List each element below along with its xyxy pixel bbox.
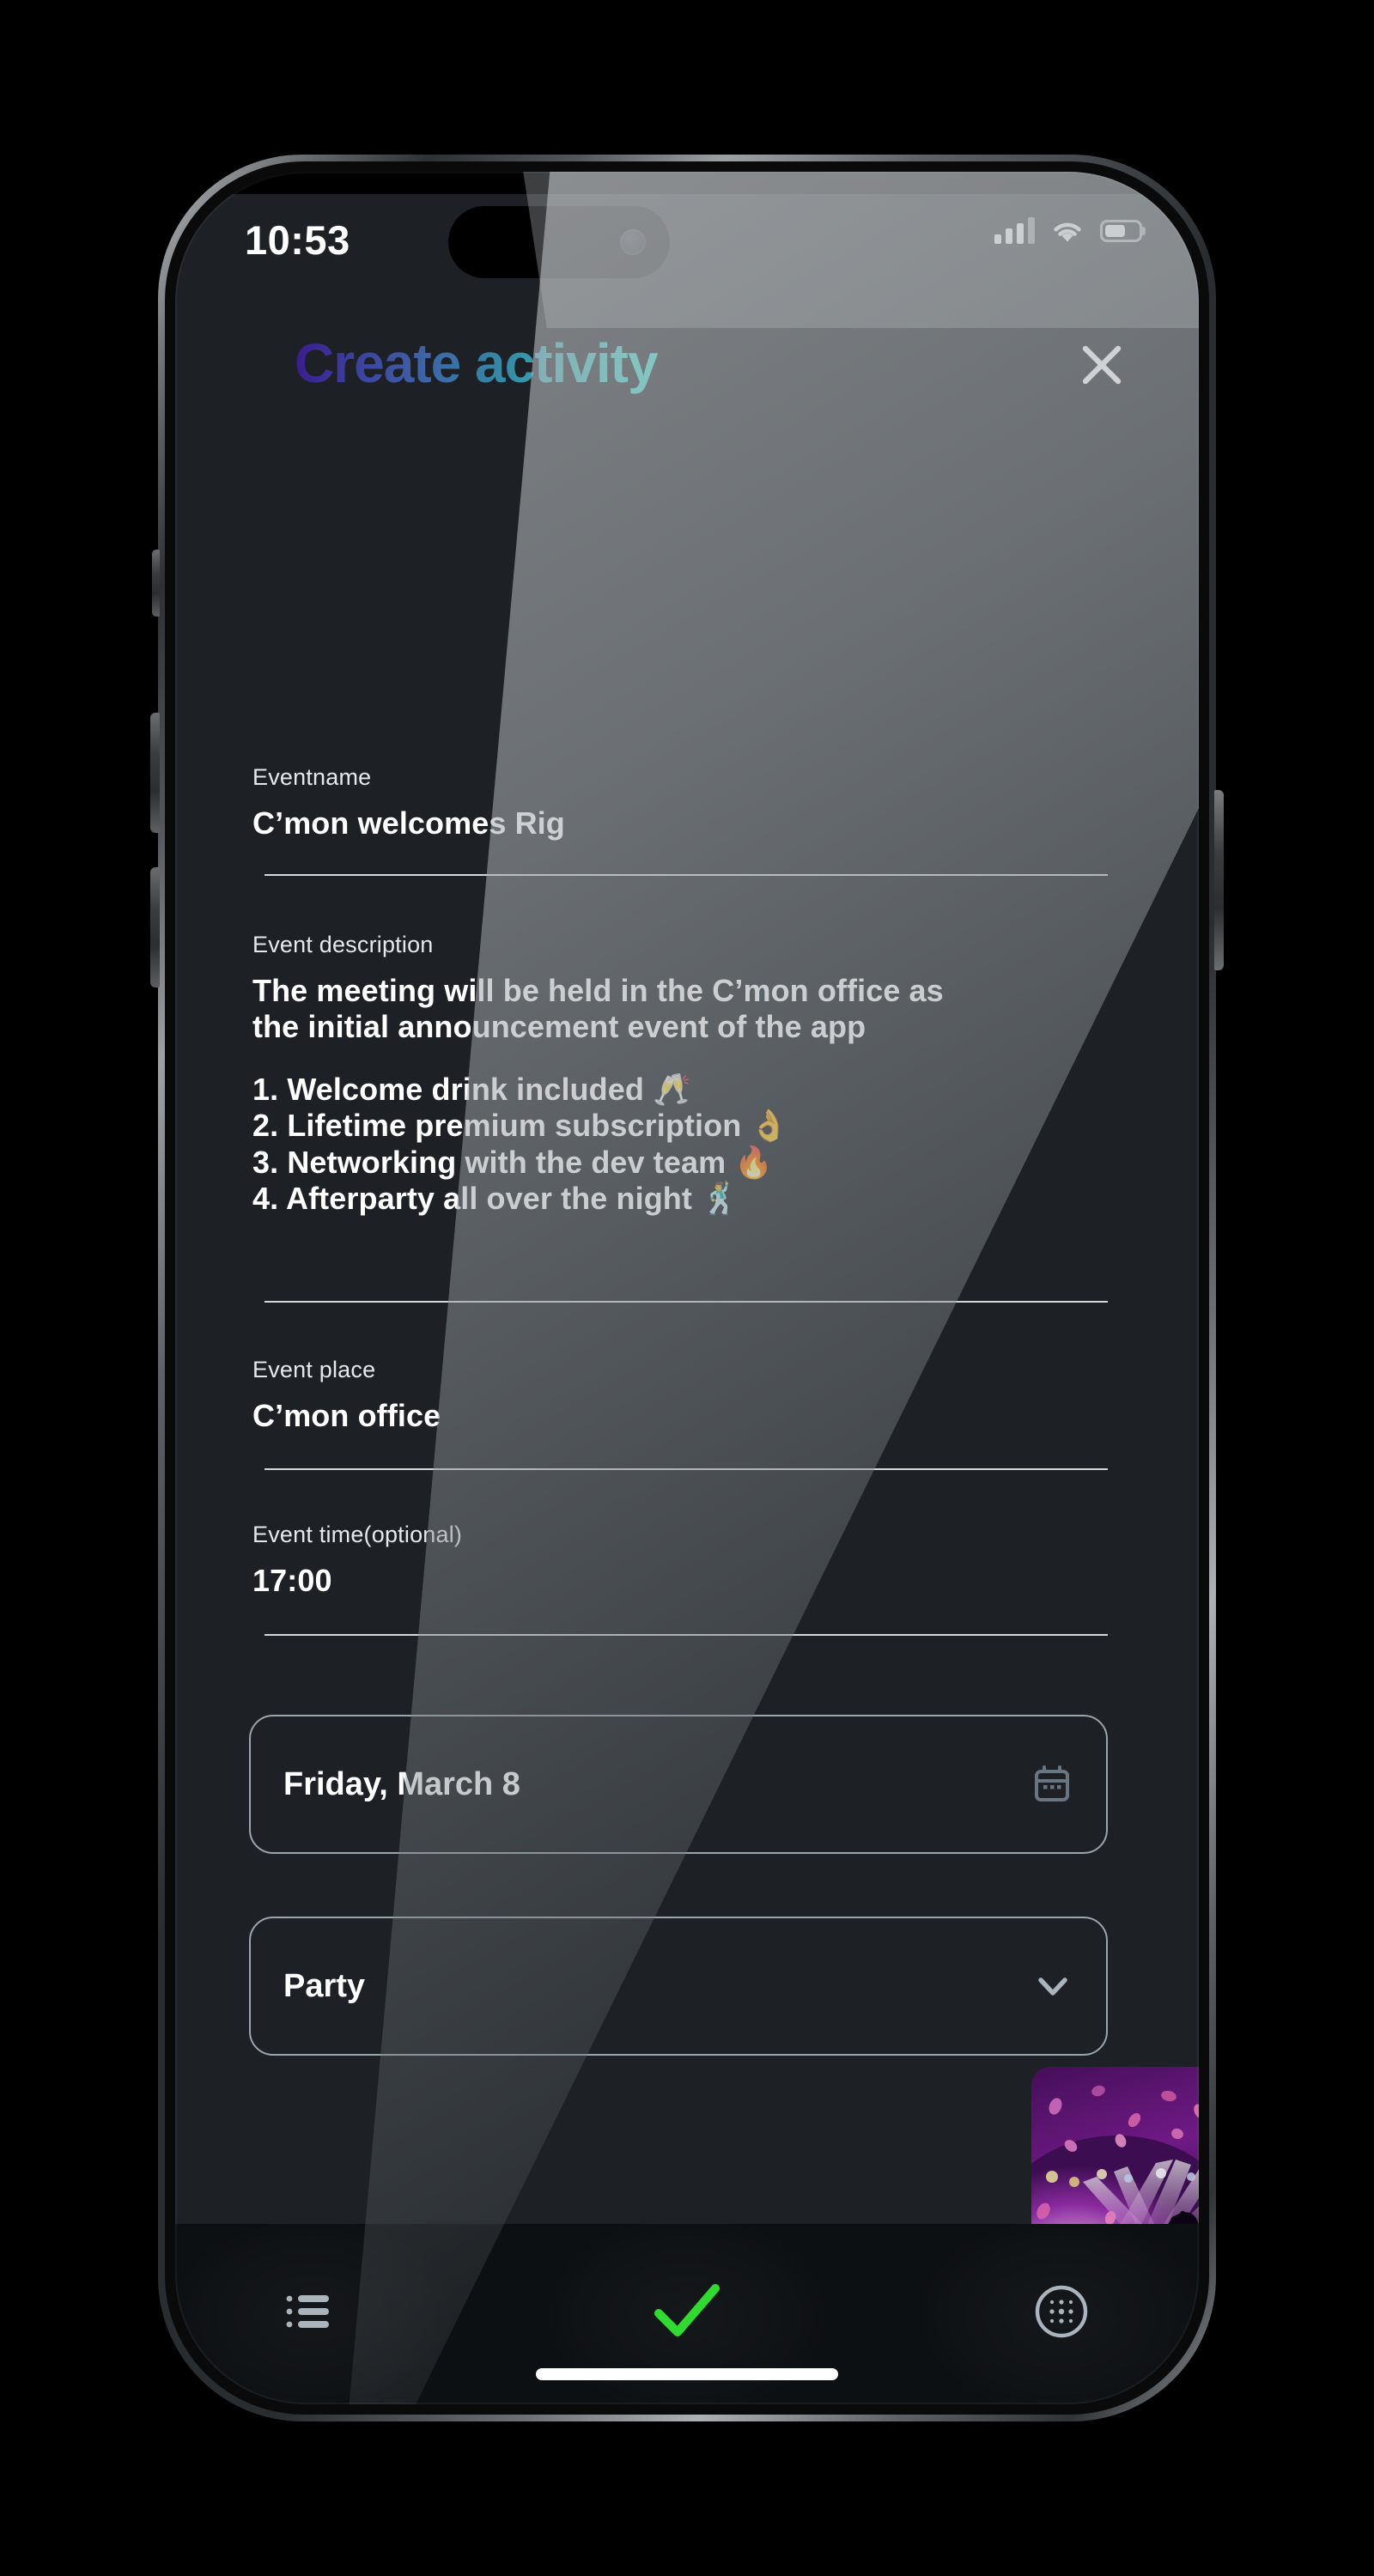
field-event-place-value: C’mon office: [252, 1398, 441, 1433]
bottom-navigation-bar: [175, 2217, 1199, 2404]
chevron-down-icon: [1038, 1978, 1067, 1996]
field-event-place[interactable]: Event place C’mon office: [252, 1357, 1120, 1434]
field-event-time-label: Event time(optional): [252, 1522, 463, 1547]
date-picker-button[interactable]: Friday, March 8: [249, 1715, 1108, 1854]
desc-line: 2. Lifetime premium subscription 👌: [252, 1108, 789, 1144]
category-picker-value: Party: [283, 1967, 366, 2004]
desc-blank-line: [252, 1046, 1120, 1072]
nav-button-apps[interactable]: [1013, 2263, 1110, 2360]
field-event-description-label: Event description: [252, 932, 434, 957]
field-event-name-label: Eventname: [252, 764, 372, 790]
category-picker-button[interactable]: Party: [249, 1917, 1108, 2056]
grid-apps-icon: [1035, 2285, 1088, 2338]
desc-line: The meeting will be held in the C’mon of…: [252, 973, 944, 1008]
desc-line: the initial announcement event of the ap…: [252, 1009, 866, 1045]
date-picker-value: Friday, March 8: [283, 1765, 520, 1802]
field-event-description-value: The meeting will be held in the C’mon of…: [252, 973, 1120, 1218]
nav-button-confirm[interactable]: [639, 2263, 735, 2360]
volume-down-button[interactable]: [150, 867, 160, 987]
field-event-name[interactable]: Eventname C’mon welcomes Rig: [252, 764, 1120, 841]
field-event-time[interactable]: Event time(optional) 17:00: [252, 1522, 1120, 1599]
desc-line: 4. Afterparty all over the night 🕺: [252, 1181, 739, 1217]
screenshot-root: 10:53 Create activity Eventname C’mon we…: [0, 0, 1374, 2576]
calendar-icon: [1035, 1765, 1069, 1801]
phone-screen: 10:53 Create activity Eventname C’mon we…: [175, 172, 1199, 2404]
divider-event-time: [264, 1634, 1108, 1636]
list-icon: [286, 2295, 329, 2328]
volume-up-button[interactable]: [150, 713, 160, 833]
nav-button-list[interactable]: [264, 2263, 361, 2360]
home-indicator[interactable]: [536, 2368, 838, 2380]
divider-event-place: [264, 1468, 1108, 1470]
desc-line: 1. Welcome drink included 🥂: [252, 1071, 691, 1107]
power-button[interactable]: [1214, 790, 1224, 970]
check-icon: [654, 2284, 720, 2336]
mute-switch-button[interactable]: [152, 550, 160, 617]
divider-event-name: [264, 874, 1108, 876]
field-event-time-value: 17:00: [252, 1563, 332, 1598]
divider-event-description: [264, 1301, 1108, 1303]
field-event-name-value: C’mon welcomes Rig: [252, 805, 565, 841]
field-event-description[interactable]: Event description The meeting will be he…: [252, 932, 1120, 1218]
desc-line: 3. Networking with the dev team 🔥: [252, 1144, 774, 1180]
field-event-place-label: Event place: [252, 1357, 376, 1382]
